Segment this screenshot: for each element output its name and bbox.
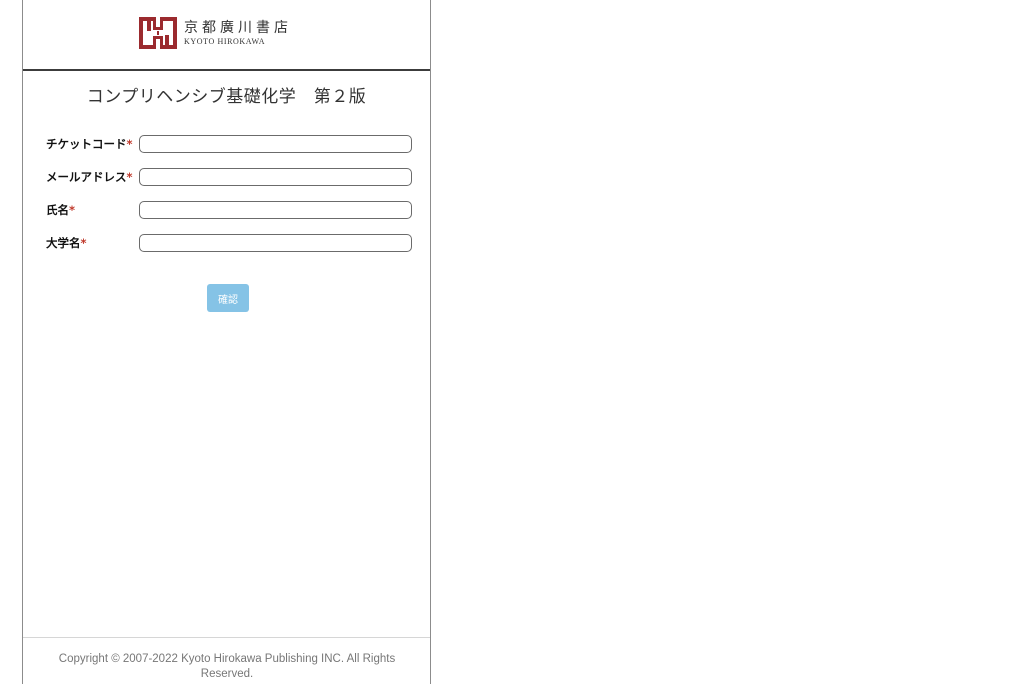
required-mark: * [80, 236, 87, 250]
site-footer: Copyright © 2007-2022 Kyoto Hirokawa Pub… [23, 637, 430, 684]
copyright-text: Copyright © 2007-2022 Kyoto Hirokawa Pub… [58, 653, 396, 680]
university-row: 大学名* [46, 234, 416, 252]
name-input[interactable] [139, 201, 412, 219]
kyoto-hirokawa-logo-icon [139, 17, 177, 49]
logo-text: 京都廣川書店 KYOTO HIROKAWA [184, 20, 292, 46]
logo-english-name: KYOTO HIROKAWA [184, 37, 266, 46]
university-input[interactable] [139, 234, 412, 252]
required-mark: * [69, 203, 76, 217]
required-mark: * [126, 170, 133, 184]
page-title: コンプリヘンシブ基礎化学 第２版 [86, 87, 367, 107]
brand-logo[interactable]: 京都廣川書店 KYOTO HIROKAWA [139, 17, 292, 49]
ticket-code-input[interactable] [139, 135, 412, 153]
ticket-code-row: チケットコード* [46, 135, 416, 153]
logo-japanese-name: 京都廣川書店 [184, 20, 292, 36]
confirm-button[interactable]: 確認 [207, 284, 249, 312]
email-row: メールアドレス* [46, 168, 416, 186]
name-row: 氏名* [46, 201, 416, 219]
site-header: 京都廣川書店 KYOTO HIROKAWA [23, 0, 430, 71]
email-input[interactable] [139, 168, 412, 186]
university-label: 大学名* [46, 236, 87, 250]
email-label: メールアドレス* [46, 170, 133, 184]
name-label: 氏名* [46, 203, 76, 217]
ticket-code-label: チケットコード* [46, 137, 133, 151]
page-frame: 京都廣川書店 KYOTO HIROKAWA コンプリヘンシブ基礎化学 第２版 チ… [22, 0, 431, 684]
required-mark: * [126, 137, 133, 151]
